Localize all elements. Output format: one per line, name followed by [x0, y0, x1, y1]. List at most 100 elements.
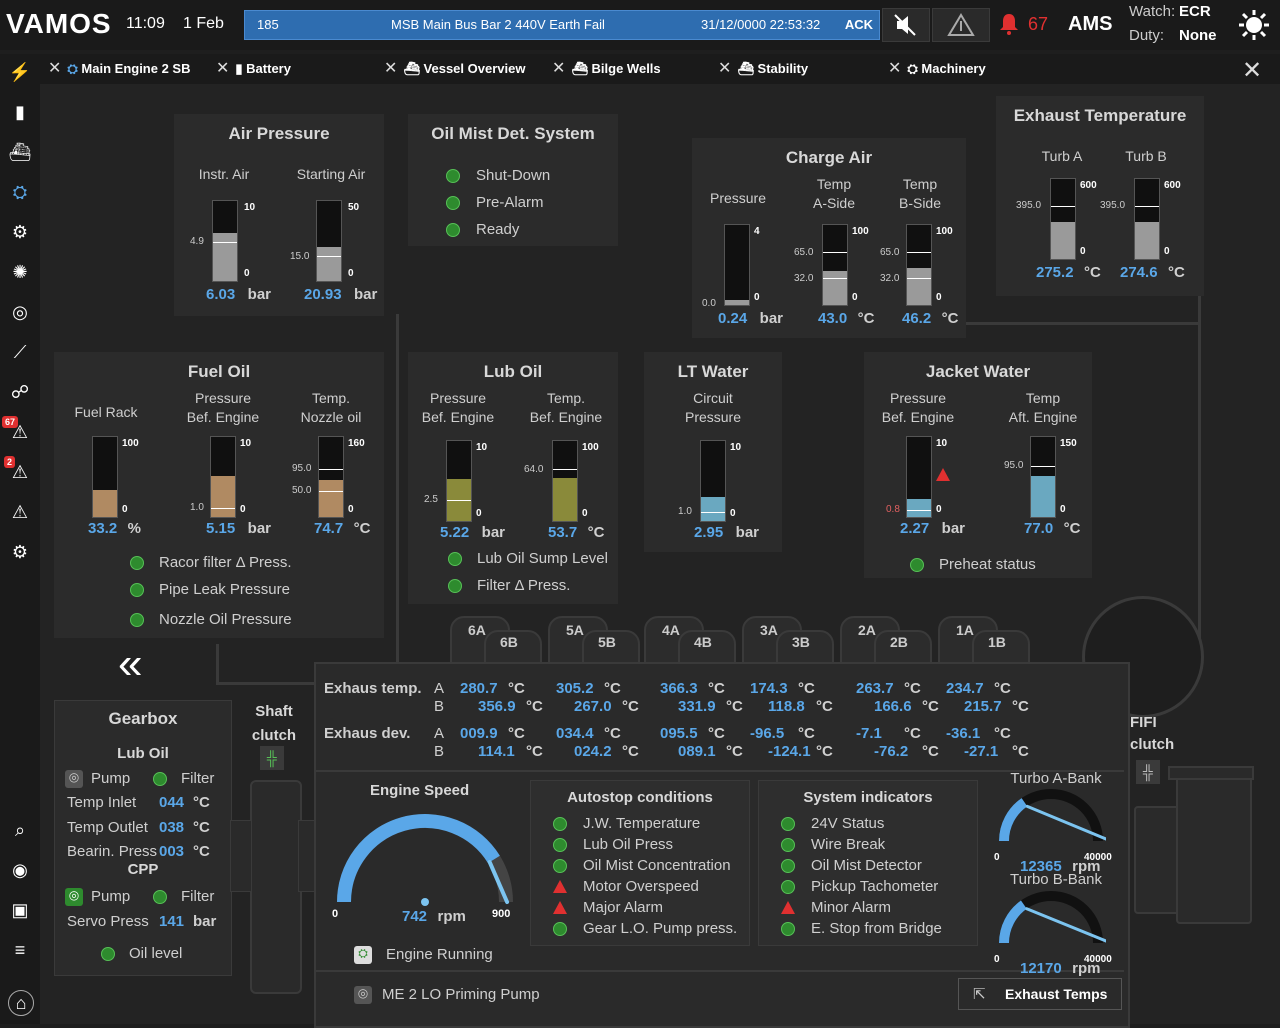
temp-a-value: 43.0	[818, 310, 848, 327]
unit: °C	[857, 310, 875, 327]
mute-button[interactable]	[882, 8, 930, 42]
alarm-text: MSB Main Bus Bar 2 440V Earth Fail	[391, 17, 605, 32]
pump-running-icon: ◎	[65, 888, 83, 906]
circuit-sublabel: Pressure	[684, 409, 742, 425]
pipe-line	[396, 314, 399, 714]
unit: °C	[604, 725, 621, 742]
close-icon[interactable]: ✕	[718, 60, 731, 77]
turbo-a-min: 0	[994, 852, 1000, 863]
unit: °C	[941, 310, 959, 327]
close-icon[interactable]: ✕	[888, 60, 901, 77]
duty-label: Duty:	[1129, 27, 1165, 44]
generator-icon[interactable]: ⚙	[8, 220, 32, 244]
close-icon[interactable]: ✕	[384, 60, 397, 77]
exhaust-cell: 024.2	[574, 743, 612, 760]
cpp-pump-label: Pump	[91, 888, 131, 905]
unit: °C	[922, 743, 939, 760]
pump-icon[interactable]: ◎	[8, 300, 32, 324]
zoom-icon[interactable]: ⌕	[8, 818, 32, 842]
tab-vessel-overview[interactable]: ✕ ⛴ Vessel Overview	[384, 54, 544, 84]
status-ok-indicator	[553, 817, 567, 831]
gearbox-lub-oil-label: Lub Oil	[117, 745, 169, 762]
close-icon[interactable]: ✕	[216, 60, 229, 77]
lub-temp-value: 53.7	[548, 524, 578, 541]
exhaust-temps-button[interactable]: ⇱ Exhaust Temps	[958, 978, 1122, 1010]
tab-machinery[interactable]: ✕ ⛭ Machinery	[888, 54, 1058, 84]
exhaust-cell: 356.9	[478, 698, 516, 715]
exhaust-cell: 009.9	[460, 725, 498, 742]
instr-air-label: Instr. Air	[198, 166, 250, 182]
pump-label: Pump	[91, 770, 131, 787]
close-icon[interactable]: ✕	[552, 60, 565, 77]
close-icon[interactable]: ✕	[48, 60, 61, 77]
vessel-warning-button[interactable]	[932, 8, 990, 42]
unit: °C	[1084, 264, 1101, 281]
fuel-pressure-gauge	[210, 436, 236, 518]
ack-button[interactable]: ACK	[845, 17, 873, 32]
engine-icon[interactable]: ⛭	[8, 180, 32, 204]
unit: °C	[604, 680, 621, 697]
jw-temp-sublabel: Aft. Engine	[1008, 409, 1078, 425]
back-chevron-icon[interactable]: «	[118, 642, 142, 686]
menu-icon[interactable]: ≡	[8, 938, 32, 962]
alarm-banner[interactable]: 185 MSB Main Bus Bar 2 440V Earth Fail 3…	[244, 10, 880, 40]
warning-triangle-icon	[947, 13, 975, 36]
camera-icon[interactable]: ▣	[8, 898, 32, 922]
unit: bar	[941, 520, 965, 537]
engine-speed-min: 0	[332, 908, 339, 920]
tick-setpoint: 4.9	[190, 236, 204, 247]
settings-icon[interactable]: ⚙	[8, 540, 32, 564]
temp-a-gauge	[822, 224, 848, 306]
cylinder-label: 2A	[858, 622, 876, 638]
tab-stability[interactable]: ✕ ⛴ Stability	[718, 54, 878, 84]
network-icon[interactable]: ☍	[8, 380, 32, 404]
filter-label: Filter	[181, 770, 215, 787]
tab-bilge-wells[interactable]: ✕ ⛴ Bilge Wells	[552, 54, 712, 84]
brightness-icon[interactable]	[1238, 9, 1270, 46]
external-link-icon: ⇱	[973, 986, 986, 1003]
fuel-temp-gauge	[318, 436, 344, 518]
shaft-clutch-icon[interactable]: ╬	[260, 746, 284, 770]
nozzle-oil-label: Nozzle Oil Pressure	[159, 611, 292, 628]
trend-icon[interactable]: ⟋	[8, 340, 32, 364]
tick-setpoint: 395.0	[1100, 200, 1126, 211]
fifi-pump-body	[1176, 770, 1252, 924]
power-icon[interactable]: ⚡	[8, 60, 32, 84]
system-indicators-title: System indicators	[803, 789, 933, 806]
tab-main-engine[interactable]: ✕ ⛭ Main Engine 2 SB	[48, 54, 206, 86]
fifi-clutch-icon[interactable]: ╬	[1136, 760, 1160, 784]
ship-icon[interactable]: ⛴	[8, 140, 32, 164]
power-alarm-icon[interactable]: ⚠	[8, 500, 32, 524]
tick-max: 10	[730, 442, 742, 453]
tick-setpoint: 65.0	[880, 247, 900, 258]
tick-setpoint: 1.0	[678, 506, 692, 517]
temp-b-value: 46.2	[902, 310, 932, 327]
unit: °C	[798, 680, 815, 697]
exhaust-cell: -124.1	[768, 743, 811, 760]
home-icon[interactable]: ⌂	[8, 990, 34, 1016]
close-all-icon[interactable]: ✕	[1242, 56, 1262, 85]
status-item-label: Lub Oil Press	[583, 836, 674, 853]
unit: °C	[1012, 698, 1029, 715]
engine-speed-title: Engine Speed	[370, 782, 470, 799]
bell-icon[interactable]	[998, 12, 1020, 41]
lt-water-title: LT Water	[677, 362, 749, 381]
lt-water-panel: LT Water Circuit Pressure 10 0 1.0 2.95 …	[644, 352, 782, 552]
fan-icon[interactable]: ✺	[8, 260, 32, 284]
unit: °C	[1168, 264, 1185, 281]
eye-icon[interactable]: ◉	[8, 858, 32, 882]
exhaust-cell: 114.1	[478, 743, 515, 760]
top-bar: VAMOS 11:09 1 Feb 185 MSB Main Bus Bar 2…	[0, 0, 1280, 50]
battery-icon[interactable]: ▮	[8, 100, 32, 124]
ship-icon: ⛴	[403, 61, 424, 76]
status-ok-indicator	[130, 613, 144, 627]
cylinder-label: 4A	[662, 622, 680, 638]
tab-battery[interactable]: ✕ ▮ Battery	[216, 54, 356, 84]
unit: °C	[994, 725, 1011, 742]
tick-min: 0	[1060, 504, 1066, 515]
pipe-line	[1198, 294, 1201, 644]
prealarm-label: Pre-Alarm	[476, 194, 544, 211]
unit: bar	[481, 524, 505, 541]
engine-speed-gauge	[337, 814, 513, 906]
unit: °C	[994, 680, 1011, 697]
